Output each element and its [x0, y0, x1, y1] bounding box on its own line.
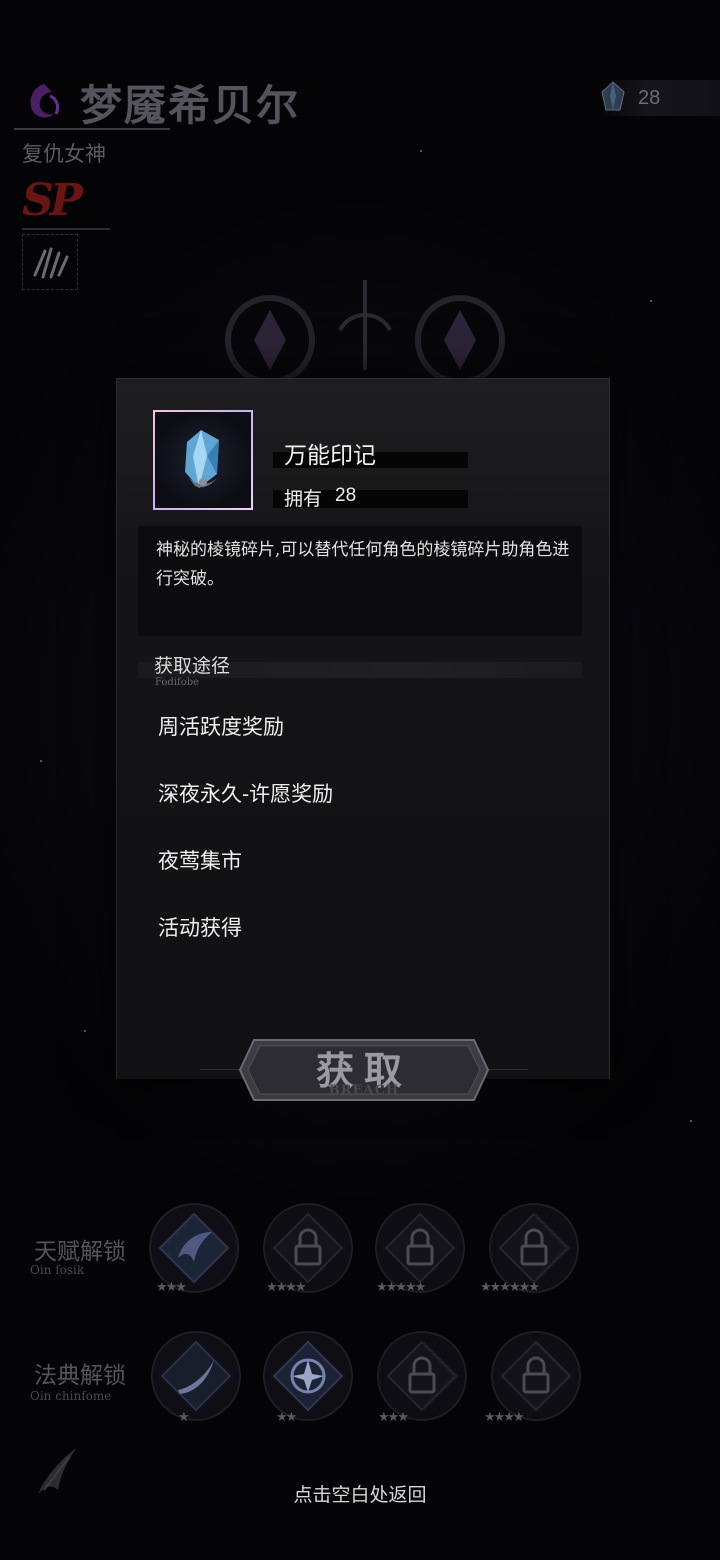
- vortex-icon: [263, 1331, 353, 1421]
- ornament-decoration: [225, 280, 505, 380]
- star-rating: ★: [178, 1410, 190, 1425]
- talent-slot-3-locked[interactable]: ★★★★★: [374, 1202, 466, 1295]
- divider: [22, 228, 110, 230]
- divider: [488, 1069, 528, 1070]
- tap-to-return-hint[interactable]: 点击空白处返回: [0, 1480, 720, 1507]
- star-decoration: [650, 300, 652, 302]
- talent-unlock-label: 天赋解锁: [34, 1239, 126, 1265]
- codex-slot-4-locked[interactable]: ★★★★: [484, 1330, 582, 1425]
- item-icon-frame: [153, 410, 253, 510]
- sources-subtitle: Fodifobe: [155, 677, 200, 688]
- lock-icon: [377, 1331, 467, 1421]
- character-name: 梦魇希贝尔: [80, 81, 301, 130]
- star-decoration: [40, 760, 42, 762]
- lock-icon: [491, 1331, 581, 1421]
- source-item[interactable]: 活动获得: [158, 912, 242, 942]
- star-decoration: [84, 1030, 86, 1032]
- codex-slot-1[interactable]: ★: [150, 1330, 242, 1425]
- star-decoration: [420, 150, 422, 152]
- star-rating: ★★★: [156, 1280, 187, 1295]
- currency-display[interactable]: 28: [598, 80, 720, 116]
- source-item[interactable]: 夜莺集市: [158, 845, 242, 875]
- divider: [14, 128, 170, 130]
- talent-slot-1[interactable]: ★★★: [148, 1202, 240, 1295]
- source-item[interactable]: 周活跃度奖励: [158, 711, 284, 741]
- crystal-icon: [601, 81, 625, 111]
- item-name: 万能印记: [284, 443, 376, 469]
- character-title: 复仇女神: [22, 142, 106, 166]
- codex-unlock-sublabel: Oin chinfome: [30, 1389, 112, 1403]
- codex-slot-3-locked[interactable]: ★★★: [376, 1330, 468, 1425]
- currency-value: 28: [638, 87, 661, 109]
- talent-slot-4-locked[interactable]: ★★★★★★: [480, 1202, 580, 1295]
- talent-slot-2-locked[interactable]: ★★★★: [262, 1202, 354, 1295]
- crystal-icon: [185, 430, 219, 488]
- faction-emblem-icon: [30, 84, 60, 118]
- rank-badge: SP: [22, 175, 83, 226]
- item-description: 神秘的棱镜碎片,可以替代任何角色的棱镜碎片助角色进行突破。: [156, 540, 570, 589]
- source-item[interactable]: 深夜永久-许愿奖励: [158, 778, 333, 808]
- star-rating: ★★★: [378, 1410, 409, 1425]
- obtain-sublabel: BREACH: [328, 1083, 400, 1098]
- owned-count: 28: [335, 485, 357, 506]
- star-rating: ★★★★: [266, 1280, 307, 1295]
- star-rating: ★★: [276, 1410, 297, 1425]
- sources-title: 获取途径: [154, 655, 231, 677]
- star-rating: ★★★★★: [376, 1280, 426, 1295]
- talent-unlock-sublabel: Oin fosik: [30, 1263, 85, 1277]
- owned-label: 拥有: [284, 488, 323, 510]
- codex-unlock-label: 法典解锁: [34, 1363, 126, 1389]
- star-rating: ★★★★: [484, 1410, 525, 1425]
- slash-icon: [151, 1331, 241, 1421]
- codex-slot-2[interactable]: ★★: [262, 1330, 354, 1425]
- star-rating: ★★★★★★: [480, 1280, 540, 1295]
- class-icon[interactable]: [22, 234, 78, 290]
- obtain-button[interactable]: 获取 BREACH: [238, 1038, 490, 1102]
- star-decoration: [690, 1120, 692, 1122]
- claw-icon: [33, 247, 69, 279]
- divider: [200, 1069, 240, 1070]
